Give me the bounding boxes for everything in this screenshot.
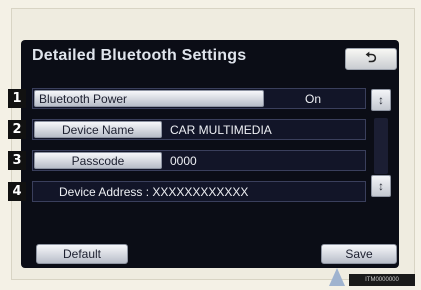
return-arrow-icon: ⮌ <box>365 49 377 65</box>
passcode-button[interactable]: Passcode <box>34 152 162 169</box>
page-title: Detailed Bluetooth Settings <box>32 47 247 64</box>
device-name-button[interactable]: Device Name <box>34 121 162 138</box>
passcode-value: 0000 <box>170 153 197 168</box>
save-button[interactable]: Save <box>321 244 397 264</box>
device-address-row: Device Address : XXXXXXXXXXXX <box>32 181 366 202</box>
row-number-3: 3 <box>8 151 26 170</box>
figure-reference-code: ITM0000000 <box>349 274 415 286</box>
scroll-track[interactable] <box>374 118 388 174</box>
device-address-text: Device Address : XXXXXXXXXXXX <box>59 184 249 199</box>
bluetooth-power-label[interactable]: Bluetooth Power <box>34 90 264 107</box>
scroll-up-arrow-icon: ↕ <box>378 93 384 107</box>
scroll-down-button[interactable]: ↕ <box>371 175 391 197</box>
back-button[interactable]: ⮌ <box>345 48 397 70</box>
passcode-row[interactable]: Passcode 0000 <box>32 150 366 171</box>
bluetooth-power-value: On <box>305 91 322 106</box>
device-name-value: CAR MULTIMEDIA <box>170 122 272 137</box>
row-number-1: 1 <box>8 89 26 108</box>
default-button[interactable]: Default <box>36 244 128 264</box>
bluetooth-power-row[interactable]: Bluetooth Power On <box>32 88 366 109</box>
row-number-4: 4 <box>8 182 26 201</box>
scroll-up-button[interactable]: ↕ <box>371 89 391 111</box>
device-name-row[interactable]: Device Name CAR MULTIMEDIA <box>32 119 366 140</box>
scroll-down-arrow-icon: ↕ <box>378 179 384 193</box>
row-number-2: 2 <box>8 120 26 139</box>
